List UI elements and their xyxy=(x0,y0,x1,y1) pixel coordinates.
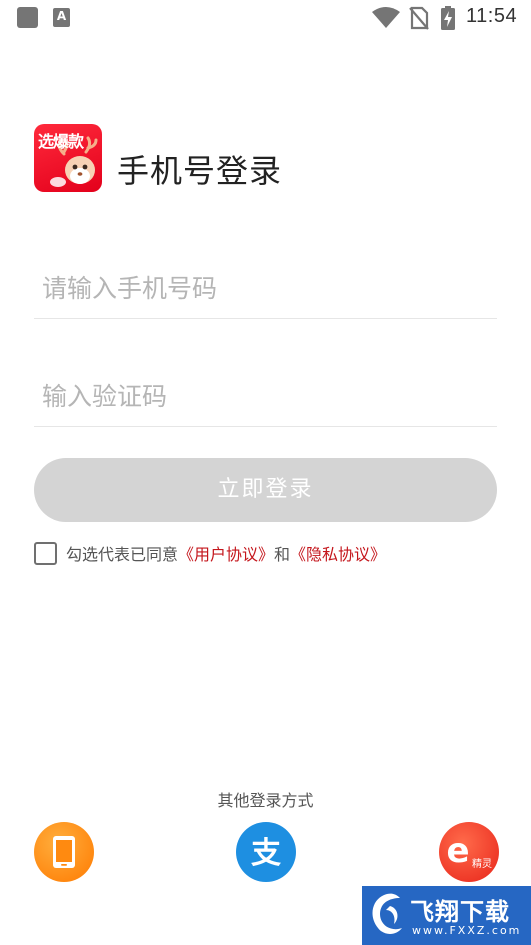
phone-input[interactable] xyxy=(34,259,497,318)
page-title: 手机号登录 xyxy=(117,152,283,190)
verification-code-input[interactable] xyxy=(34,367,497,426)
watermark-url: www.FXXZ.com xyxy=(412,924,522,937)
phone-login-button[interactable] xyxy=(34,822,94,882)
login-page: A 11:54 选爆款 手机号登录 请输入手机号码 输入验证码 立即登录 勾选代… xyxy=(0,0,531,945)
ejingling-login-button[interactable]: e 精灵 xyxy=(439,822,499,882)
ejingling-label: 精灵 xyxy=(472,859,492,870)
mobile-phone-icon xyxy=(53,836,75,868)
code-field xyxy=(34,367,497,427)
user-agreement-link[interactable]: 《用户协议》 xyxy=(178,541,274,565)
alipay-login-button[interactable]: 支 xyxy=(236,822,296,882)
battery-charging-icon xyxy=(441,6,455,30)
logo-text: 选爆款 xyxy=(38,132,84,151)
app-logo: 选爆款 xyxy=(34,124,102,192)
phone-field xyxy=(34,259,497,319)
wifi-icon xyxy=(372,7,400,28)
watermark: 飞翔下载 www.FXXZ.com xyxy=(362,886,531,945)
svg-text:e: e xyxy=(446,831,469,871)
e-letter-icon: e xyxy=(446,831,469,871)
a-notification-icon: A xyxy=(53,8,70,27)
status-time: 11:54 xyxy=(466,5,518,27)
agreement-row: 勾选代表已同意 《用户协议》 和 《隐私协议》 xyxy=(34,541,386,565)
agreement-prefix: 勾选代表已同意 xyxy=(66,545,179,564)
square-notification-icon xyxy=(17,7,38,28)
agreement-checkbox[interactable] xyxy=(34,541,57,565)
swirl-logo-icon xyxy=(372,893,402,934)
agreement-conjunction: 和 xyxy=(274,545,291,564)
other-login-title: 其他登录方式 xyxy=(217,791,314,810)
svg-text:支: 支 xyxy=(251,836,281,871)
login-button[interactable]: 立即登录 xyxy=(34,458,497,522)
no-sim-icon xyxy=(409,6,429,30)
alipay-icon: 支 xyxy=(251,836,281,871)
watermark-title: 飞翔下载 xyxy=(410,898,510,926)
privacy-policy-link[interactable]: 《隐私协议》 xyxy=(290,541,386,565)
status-bar: A 11:54 xyxy=(0,0,531,36)
